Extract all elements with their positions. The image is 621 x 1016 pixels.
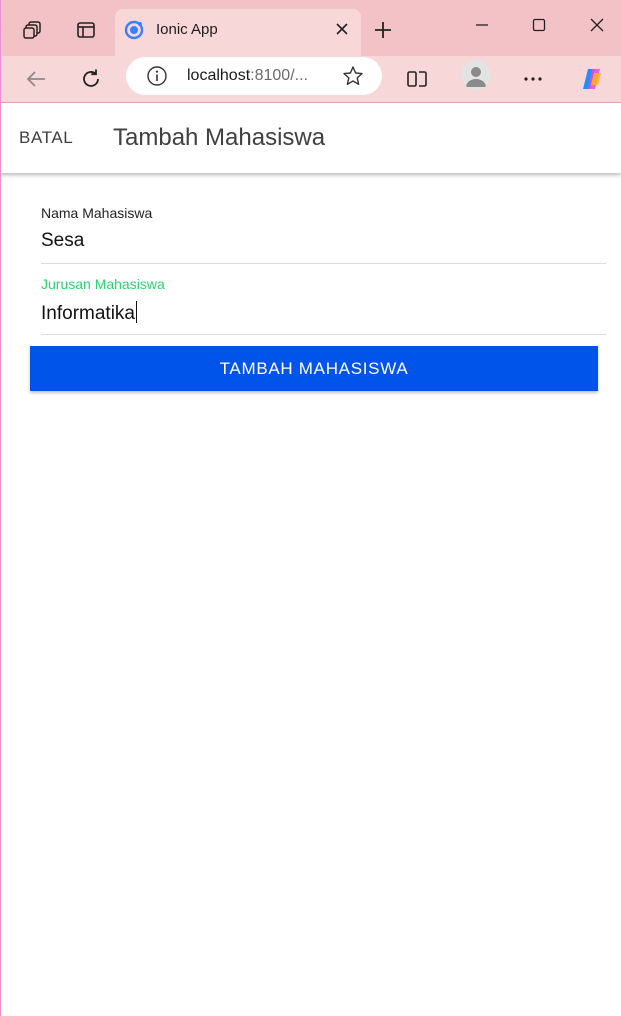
new-tab-icon[interactable] — [367, 14, 399, 46]
browser-toolbar: localhost:8100/... — [0, 56, 621, 103]
nama-label: Nama Mahasiswa — [41, 205, 153, 221]
browser-tab[interactable]: Ionic App — [115, 9, 361, 56]
ionic-logo-icon — [124, 20, 144, 40]
split-screen-icon[interactable] — [399, 61, 435, 97]
address-url: localhost:8100/... — [187, 67, 308, 84]
text-caret — [135, 301, 137, 323]
window-border — [0, 0, 1, 1016]
more-options-icon[interactable] — [515, 61, 551, 97]
site-info-icon[interactable] — [146, 65, 168, 87]
tab-actions-icon[interactable] — [68, 12, 104, 48]
add-student-button[interactable]: TAMBAH MAHASISWA — [30, 346, 598, 391]
jurusan-field[interactable]: Jurusan Mahasiswa Informatika — [41, 273, 606, 335]
favorite-star-icon[interactable] — [342, 65, 364, 87]
refresh-icon[interactable] — [73, 61, 109, 97]
copilot-icon[interactable] — [574, 61, 610, 97]
workspaces-icon[interactable] — [15, 12, 51, 48]
browser-titlebar: Ionic App — [0, 0, 621, 56]
back-arrow-icon[interactable] — [18, 61, 54, 97]
minimize-icon[interactable] — [459, 8, 505, 42]
nama-input[interactable]: Sesa — [41, 230, 84, 252]
address-bar[interactable]: localhost:8100/... — [126, 57, 382, 95]
maximize-icon[interactable] — [516, 8, 562, 42]
tab-title: Ionic App — [156, 21, 218, 38]
cancel-button[interactable]: BATAL — [19, 128, 73, 148]
close-window-icon[interactable] — [574, 8, 620, 42]
profile-avatar-icon[interactable] — [461, 60, 491, 90]
page-title: Tambah Mahasiswa — [113, 124, 326, 151]
jurusan-label: Jurusan Mahasiswa — [41, 276, 165, 292]
close-tab-icon[interactable] — [331, 18, 353, 40]
nama-field[interactable]: Nama Mahasiswa Sesa — [41, 202, 606, 264]
jurusan-input[interactable]: Informatika — [41, 301, 137, 325]
app-header: BATAL Tambah Mahasiswa — [0, 103, 621, 173]
